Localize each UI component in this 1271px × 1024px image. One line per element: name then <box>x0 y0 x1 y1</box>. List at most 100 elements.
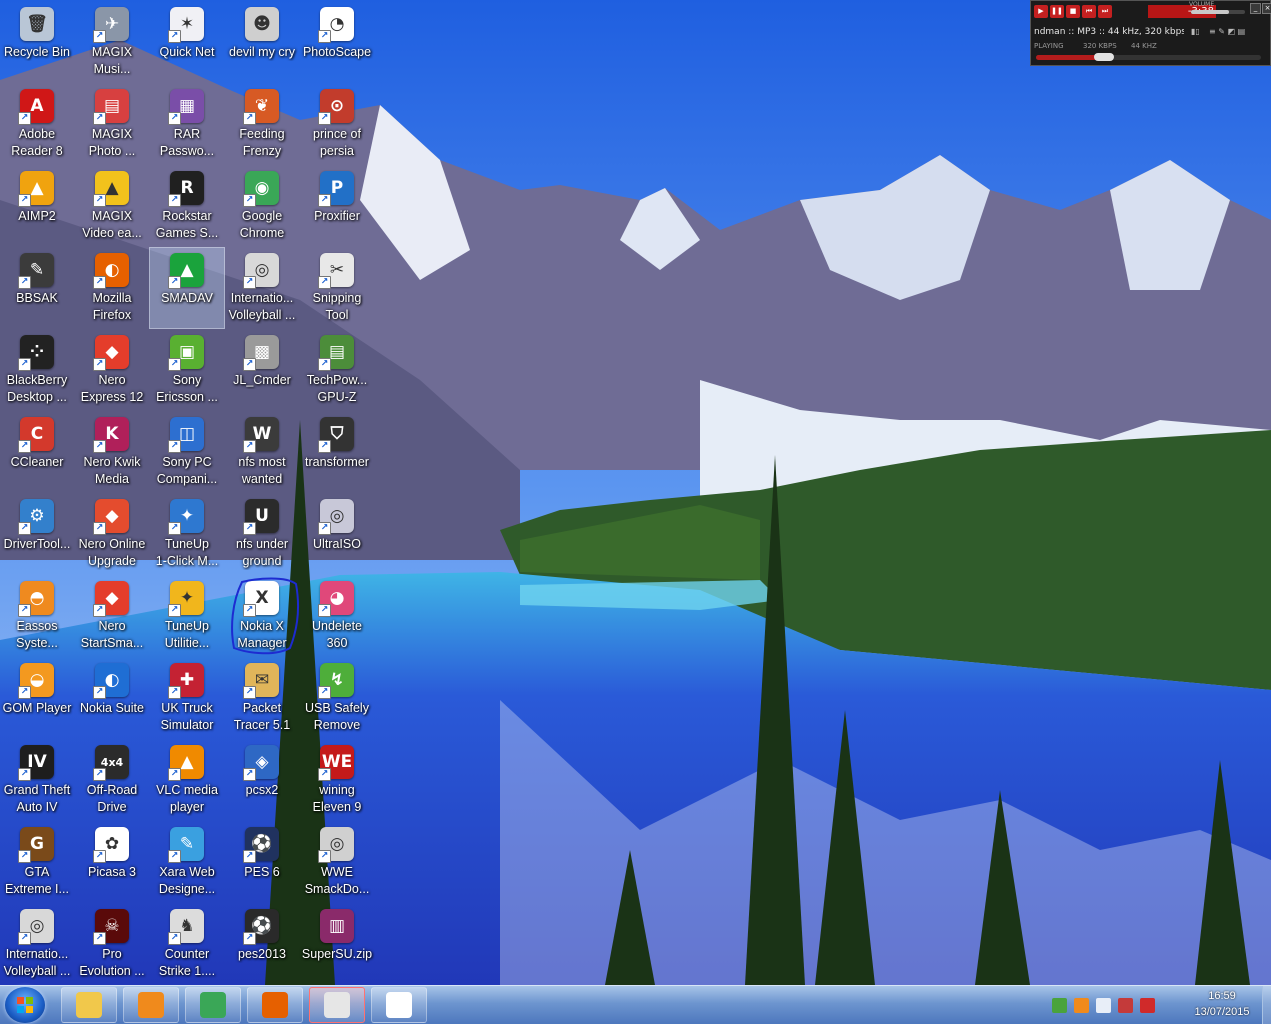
desktop-icon[interactable]: ◕ ↗ Undelete 360 <box>300 576 374 656</box>
desktop-icon[interactable]: ◔ ↗ PhotoScape <box>300 2 374 82</box>
taskbar-snipping-tool[interactable] <box>309 987 365 1023</box>
previous-button[interactable]: ⏮ <box>1082 5 1096 18</box>
desktop-icon[interactable]: ▤ ↗ TechPow... GPU-Z <box>300 330 374 410</box>
desktop-icon[interactable]: ☠ ↗ Pro Evolution ... <box>75 904 149 984</box>
desktop-icon[interactable]: ◉ ↗ Google Chrome <box>225 166 299 246</box>
desktop-icon[interactable]: ⛉ ↗ transformer <box>300 412 374 492</box>
start-button[interactable] <box>5 987 45 1023</box>
shortcut-arrow-icon: ↗ <box>18 768 31 781</box>
desktop-icon[interactable]: ▲ ↗ VLC media player <box>150 740 224 820</box>
desktop-icon[interactable]: IV ↗ Grand Theft Auto IV <box>0 740 74 820</box>
desktop-icon[interactable]: ✚ ↗ UK Truck Simulator <box>150 658 224 738</box>
desktop-icon[interactable]: ⊙ ↗ prince of persia <box>300 84 374 164</box>
picasa-icon: ✿ ↗ <box>93 827 129 863</box>
desktop-icon[interactable]: ✦ ↗ TuneUp Utilitie... <box>150 576 224 656</box>
desktop-icon[interactable]: ▲ ↗ MAGIX Video ea... <box>75 166 149 246</box>
desktop-icon[interactable]: ⚽ ↗ PES 6 <box>225 822 299 902</box>
desktop-icon[interactable]: ❦ ↗ Feeding Frenzy <box>225 84 299 164</box>
desktop-icon[interactable]: ▤ ↗ MAGIX Photo ... <box>75 84 149 164</box>
desktop[interactable]: 🗑 Recycle Bin ✈ ↗ MAGIX Musi... ✶ ↗ Quick Net ☻ d… <box>0 0 1271 985</box>
taskbar-chrome[interactable] <box>185 987 241 1023</box>
desktop-icon[interactable]: ◎ ↗ WWE SmackDo... <box>300 822 374 902</box>
desktop-icon-label: Sony Ericsson ... <box>156 373 218 404</box>
clock[interactable]: 16:59 13/07/2015 <box>1182 988 1262 1020</box>
desktop-icon[interactable]: X ↗ Nokia X Manager <box>225 576 299 656</box>
stop-button[interactable]: ■ <box>1066 5 1080 18</box>
flag-icon[interactable] <box>1140 997 1155 1013</box>
close-button[interactable]: × <box>1262 3 1271 14</box>
desktop-icon[interactable]: ◎ ↗ Internatio... Volleyball ... <box>0 904 74 984</box>
desktop-icon-label: Adobe Reader 8 <box>11 127 63 158</box>
desktop-icon[interactable]: A ↗ Adobe Reader 8 <box>0 84 74 164</box>
desktop-icon[interactable]: ☻ devil my cry <box>225 2 299 82</box>
desktop-icon[interactable]: ▣ ↗ Sony Ericsson ... <box>150 330 224 410</box>
next-button[interactable]: ⏭ <box>1098 5 1112 18</box>
desktop-icon[interactable]: ▩ ↗ JL_Cmder <box>225 330 299 410</box>
desktop-icon[interactable]: ⁘ ↗ BlackBerry Desktop ... <box>0 330 74 410</box>
seek-knob[interactable] <box>1093 53 1114 61</box>
taskbar-nokia-x[interactable] <box>371 987 427 1023</box>
desktop-icon[interactable]: ◎ ↗ Internatio... Volleyball ... <box>225 248 299 328</box>
minimize-button[interactable]: _ <box>1250 3 1261 14</box>
speaker-icon[interactable] <box>1096 997 1111 1013</box>
nfs-underground-icon: U ↗ <box>243 499 279 535</box>
desktop-icon[interactable]: ◎ ↗ UltraISO <box>300 494 374 574</box>
desktop-icon[interactable]: ✂ ↗ Snipping Tool <box>300 248 374 328</box>
taskbar-firefox[interactable] <box>247 987 303 1023</box>
shortcut-arrow-icon: ↗ <box>168 112 181 125</box>
desktop-icon[interactable]: ◆ ↗ Nero Express 12 <box>75 330 149 410</box>
play-button[interactable]: ▶ <box>1034 5 1048 18</box>
shortcut-arrow-icon: ↗ <box>318 604 331 617</box>
desktop-icon[interactable]: ✈ ↗ MAGIX Musi... <box>75 2 149 82</box>
desktop-icon[interactable]: ◒ ↗ GOM Player <box>0 658 74 738</box>
desktop-icon[interactable]: WE ↗ wining Eleven 9 <box>300 740 374 820</box>
desktop-icon[interactable]: ▲ ↗ AIMP2 <box>0 166 74 246</box>
network-icon[interactable] <box>1118 997 1133 1013</box>
desktop-icon[interactable]: ♞ ↗ Counter Strike 1.... <box>150 904 224 984</box>
aimp-tray-icon[interactable] <box>1074 997 1089 1013</box>
desktop-icon[interactable]: ⚙ ↗ DriverTool... <box>0 494 74 574</box>
equalizer-icon[interactable]: ▮▯ <box>1191 27 1200 36</box>
desktop-icon[interactable]: ◐ ↗ Mozilla Firefox <box>75 248 149 328</box>
desktop-icon[interactable]: ◈ ↗ pcsx2 <box>225 740 299 820</box>
desktop-icon[interactable]: ◆ ↗ Nero StartSma... <box>75 576 149 656</box>
desktop-icon[interactable]: W ↗ nfs most wanted <box>225 412 299 492</box>
taskbar-media-player[interactable] <box>123 987 179 1023</box>
desktop-icon[interactable]: ✦ ↗ TuneUp 1-Click M... <box>150 494 224 574</box>
volume-slider[interactable] <box>1191 10 1245 14</box>
desktop-icon[interactable]: C ↗ CCleaner <box>0 412 74 492</box>
desktop-icon[interactable]: ▲ ↗ SMADAV <box>149 247 225 329</box>
desktop-icon[interactable]: U ↗ nfs under ground <box>225 494 299 574</box>
eassos-icon: ◓ ↗ <box>18 581 54 617</box>
desktop-icon-label: AIMP2 <box>18 209 56 223</box>
desktop-icon[interactable]: ✶ ↗ Quick Net <box>150 2 224 82</box>
desktop-icon[interactable]: ◓ ↗ Eassos Syste... <box>0 576 74 656</box>
desktop-icon[interactable]: ✿ ↗ Picasa 3 <box>75 822 149 902</box>
desktop-icon[interactable]: ✎ ↗ Xara Web Designe... <box>150 822 224 902</box>
shortcut-arrow-icon: ↗ <box>18 522 31 535</box>
desktop-icon[interactable]: ◫ ↗ Sony PC Compani... <box>150 412 224 492</box>
playlist-icon[interactable]: ≡ ✎ ◩ ▤ <box>1209 27 1245 36</box>
seek-bar[interactable] <box>1036 53 1261 61</box>
media-player-widget[interactable]: ▶❚❚■⏮⏭ -3:38 VOLUME _ × ndman :: MP3 :: … <box>1030 0 1271 66</box>
shield-icon[interactable] <box>1052 997 1067 1013</box>
pause-button[interactable]: ❚❚ <box>1050 5 1064 18</box>
desktop-icon[interactable]: 🗑 Recycle Bin <box>0 2 74 82</box>
desktop-icon[interactable]: ✎ ↗ BBSAK <box>0 248 74 328</box>
desktop-icon[interactable]: ◐ ↗ Nokia Suite <box>75 658 149 738</box>
desktop-icon[interactable]: ↯ ↗ USB Safely Remove <box>300 658 374 738</box>
desktop-icon[interactable]: ⚽ ↗ pes2013 <box>225 904 299 984</box>
desktop-icon[interactable]: ◆ ↗ Nero Online Upgrade <box>75 494 149 574</box>
desktop-icon[interactable]: ▦ ↗ RAR Passwo... <box>150 84 224 164</box>
desktop-icon[interactable]: ✉ ↗ Packet Tracer 5.1 <box>225 658 299 738</box>
taskbar-explorer[interactable] <box>61 987 117 1023</box>
desktop-icon[interactable]: P ↗ Proxifier <box>300 166 374 246</box>
desktop-icon[interactable]: ▥ SuperSU.zip <box>300 904 374 984</box>
desktop-icon[interactable]: K ↗ Nero Kwik Media <box>75 412 149 492</box>
desktop-icon[interactable]: R ↗ Rockstar Games S... <box>150 166 224 246</box>
shortcut-arrow-icon: ↗ <box>168 604 181 617</box>
desktop-icon[interactable]: 4x4 ↗ Off-Road Drive <box>75 740 149 820</box>
desktop-icon[interactable]: G ↗ GTA Extreme I... <box>0 822 74 902</box>
show-desktop-button[interactable] <box>1262 986 1271 1024</box>
desktop-icon-label: pes2013 <box>238 947 286 961</box>
